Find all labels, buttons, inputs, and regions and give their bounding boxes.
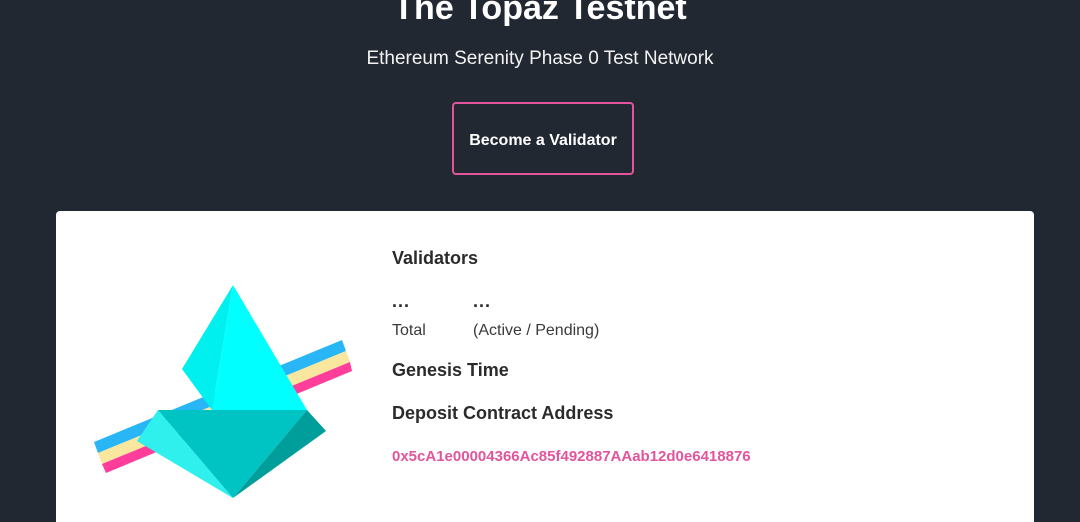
page-title: The Topaz Testnet	[393, 0, 687, 27]
become-validator-button[interactable]: Become a Validator	[452, 102, 634, 175]
validators-active-pending-label: (Active / Pending)	[473, 322, 600, 339]
deposit-contract-address-link[interactable]: 0x5cA1e00004366Ac85f492887AAab12d0e64188…	[392, 448, 751, 465]
validators-total-label: Total	[392, 322, 426, 339]
network-info-card: Validators ... Total ... (Active / Pendi…	[56, 211, 1034, 522]
deposit-contract-heading: Deposit Contract Address	[392, 403, 614, 423]
topaz-eth-diamond-icon	[94, 285, 352, 498]
page: The Topaz Testnet Ethereum Serenity Phas…	[0, 0, 1080, 522]
page-subtitle: Ethereum Serenity Phase 0 Test Network	[366, 48, 714, 69]
validators-heading: Validators	[392, 248, 479, 268]
validators-active-pending-value: ...	[473, 291, 492, 311]
genesis-time-heading: Genesis Time	[392, 360, 509, 380]
validators-total-value: ...	[392, 291, 411, 311]
